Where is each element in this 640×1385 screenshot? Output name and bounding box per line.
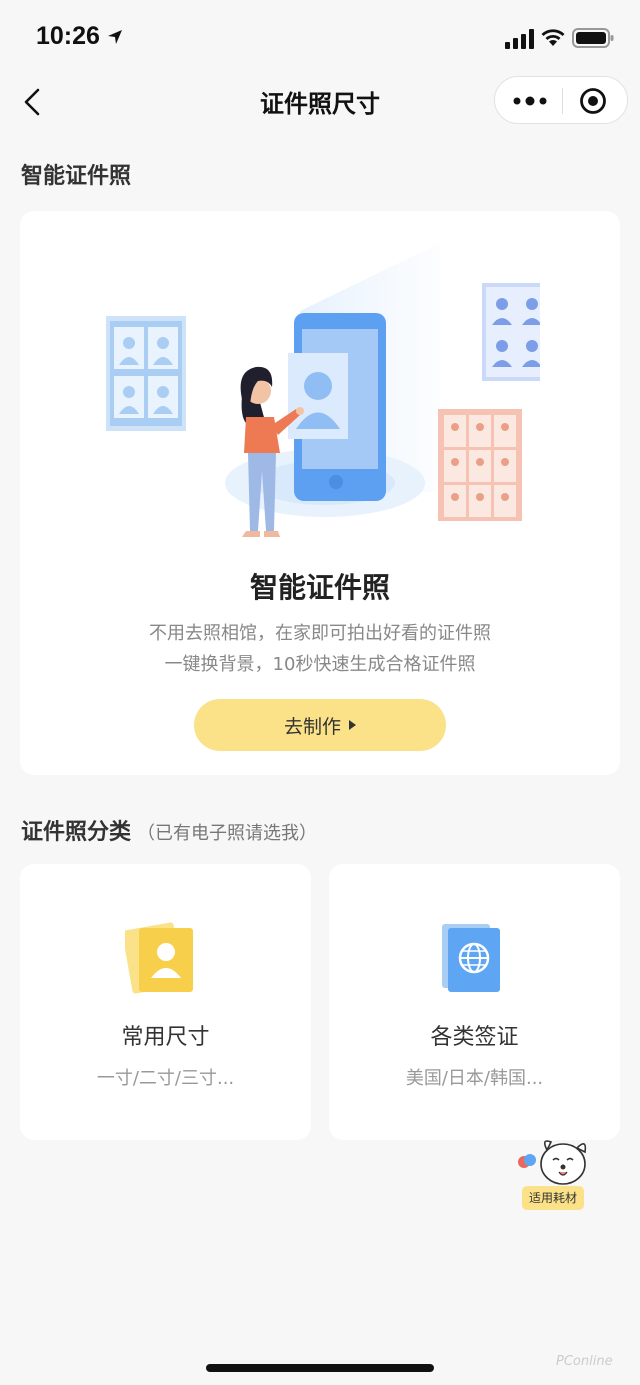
card-title: 智能证件照 xyxy=(249,571,390,604)
location-arrow-icon xyxy=(108,30,122,44)
passport-icon xyxy=(442,924,500,992)
mini-program-capsule xyxy=(494,76,628,124)
status-time: 10:26 xyxy=(36,22,100,50)
cellular-signal-icon xyxy=(505,29,534,49)
section-title-category: 证件照分类 （已有电子照请选我） xyxy=(21,814,317,846)
watermark: PConline xyxy=(556,1354,613,1369)
category-title-visa: 各类签证 xyxy=(430,1025,519,1050)
capsule-divider xyxy=(562,88,563,114)
go-make-button[interactable]: 去制作 xyxy=(194,699,446,751)
caret-right-icon xyxy=(349,720,356,730)
category-subtitle-common: 一寸/二寸/三寸... xyxy=(96,1068,235,1089)
more-icon[interactable] xyxy=(511,89,549,113)
go-make-label: 去制作 xyxy=(283,715,341,738)
nav-bar: 证件照尺寸 xyxy=(0,76,640,124)
id-photo-icon xyxy=(125,922,193,994)
category-subtitle-visa: 美国/日本/韩国... xyxy=(405,1068,544,1089)
category-title: 证件照分类 xyxy=(21,820,132,845)
category-card-common-sizes[interactable]: 常用尺寸 一寸/二寸/三寸... xyxy=(20,864,311,1140)
category-card-visa[interactable]: 各类签证 美国/日本/韩国... xyxy=(329,864,620,1140)
dog-mascot-icon[interactable] xyxy=(515,1134,593,1190)
card-description-line1: 不用去照相馆，在家即可拍出好看的证件照 xyxy=(149,623,491,644)
close-target-icon[interactable] xyxy=(579,87,607,115)
hero-illustration xyxy=(106,243,540,537)
smart-photo-card[interactable]: 智能证件照 不用去照相馆，在家即可拍出好看的证件照 一键换背景，10秒快速生成合… xyxy=(20,211,620,775)
section-title-smart: 智能证件照 xyxy=(21,164,132,189)
battery-icon xyxy=(572,28,614,48)
wifi-icon xyxy=(541,29,565,46)
card-description-line2: 一键换背景，10秒快速生成合格证件照 xyxy=(164,654,476,675)
category-subtitle: （已有电子照请选我） xyxy=(137,823,318,844)
category-title-common: 常用尺寸 xyxy=(121,1025,210,1050)
home-indicator[interactable] xyxy=(206,1364,434,1372)
status-bar: 10:26 xyxy=(0,0,640,76)
consumables-badge[interactable]: 适用耗材 xyxy=(522,1186,584,1210)
